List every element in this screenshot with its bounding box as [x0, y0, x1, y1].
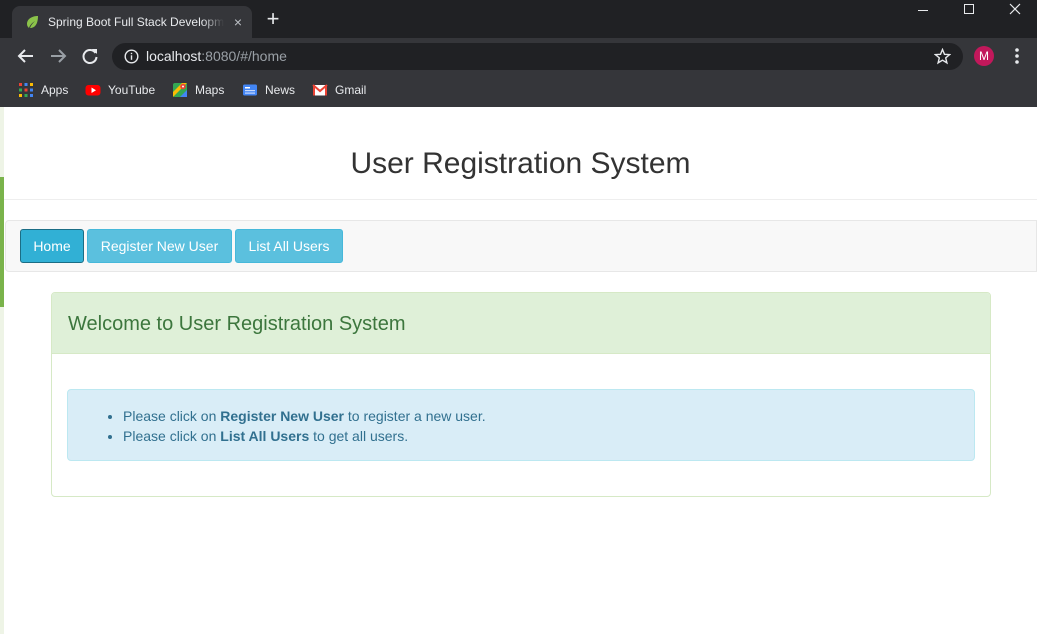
window-minimize-button[interactable] [900, 0, 946, 30]
reload-icon[interactable] [79, 45, 101, 67]
bookmark-maps[interactable]: Maps [172, 81, 224, 99]
tab-close-icon[interactable]: × [231, 15, 245, 29]
gmail-icon [312, 84, 328, 96]
address-bar[interactable]: localhost:8080/#/home [112, 43, 963, 70]
bookmark-gmail[interactable]: Gmail [312, 81, 366, 99]
page-header: User Registration System [4, 107, 1037, 200]
item-suffix: to get all users. [309, 428, 409, 444]
window-close-button[interactable] [992, 0, 1037, 30]
browser-toolbar: localhost:8080/#/home M [0, 38, 1037, 74]
item-prefix: Please click on [123, 408, 221, 424]
tab-title-fade [202, 10, 224, 32]
item-prefix: Please click on [123, 428, 221, 444]
welcome-panel: Welcome to User Registration System Plea… [51, 292, 991, 497]
bookmark-label: Maps [195, 83, 225, 97]
bookmark-label: News [265, 83, 296, 97]
panel-title: Welcome to User Registration System [68, 313, 406, 335]
apps-grid-icon [19, 83, 33, 97]
home-button[interactable]: Home [20, 229, 84, 263]
list-item: Please click on Register New User to reg… [123, 406, 486, 426]
new-tab-button[interactable]: + [262, 8, 284, 31]
url-host: localhost [146, 48, 202, 64]
youtube-icon [85, 85, 101, 96]
item-emphasis: List All Users [220, 428, 310, 444]
close-icon [1009, 3, 1021, 15]
info-alert: Please click on Register New User to reg… [67, 389, 975, 461]
browser-titlebar: Spring Boot Full Stack Development × + [0, 0, 1037, 38]
bookmarks-bar: Apps YouTube Maps News Gmail [0, 74, 1037, 107]
list-all-users-button[interactable]: List All Users [235, 229, 343, 263]
page-title: User Registration System [350, 147, 691, 180]
list-item: Please click on List All Users to get al… [123, 426, 486, 446]
minimize-icon [918, 10, 928, 11]
main-navbar: Home Register New User List All Users [5, 220, 1037, 272]
bookmark-label: YouTube [108, 83, 156, 97]
spring-leaf-icon [27, 16, 38, 28]
item-emphasis: Register New User [220, 408, 344, 424]
panel-heading: Welcome to User Registration System [52, 293, 990, 354]
page-viewport: User Registration System Home Register N… [0, 107, 1037, 634]
window-maximize-button[interactable] [946, 0, 992, 30]
news-icon [243, 84, 257, 96]
url-path: :8080/#/home [201, 48, 287, 64]
bookmark-star-icon[interactable] [934, 48, 951, 65]
bookmark-news[interactable]: News [242, 81, 295, 99]
browser-tab[interactable]: Spring Boot Full Stack Development × [12, 6, 252, 38]
bookmark-youtube[interactable]: YouTube [85, 81, 155, 99]
forward-arrow-icon[interactable] [47, 45, 69, 67]
tab-title: Spring Boot Full Stack Development [48, 15, 224, 29]
bookmark-label: Apps [41, 83, 69, 97]
bookmark-apps[interactable]: Apps [18, 81, 68, 99]
back-arrow-icon[interactable] [15, 45, 37, 67]
profile-avatar[interactable]: M [974, 46, 994, 66]
maximize-icon [964, 4, 974, 14]
maps-icon [173, 83, 187, 97]
instructions-list: Please click on Register New User to reg… [123, 406, 486, 446]
item-suffix: to register a new user. [344, 408, 486, 424]
more-menu-icon[interactable] [1010, 47, 1024, 65]
bookmark-label: Gmail [335, 83, 367, 97]
register-new-user-button[interactable]: Register New User [87, 229, 232, 263]
site-info-icon[interactable] [124, 49, 139, 64]
url-text[interactable]: localhost:8080/#/home [146, 48, 287, 65]
